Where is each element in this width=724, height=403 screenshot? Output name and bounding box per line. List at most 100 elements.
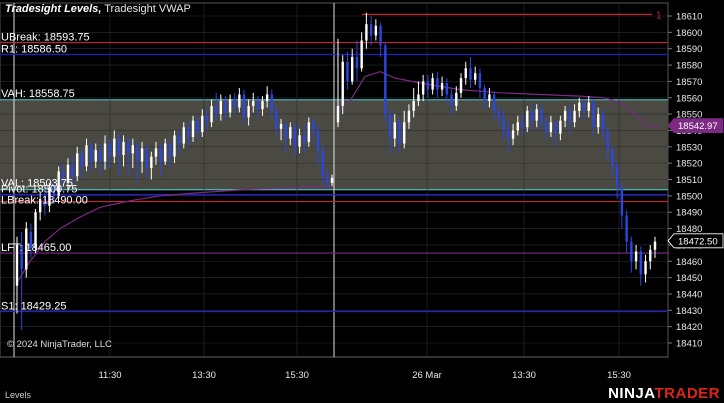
candle-day1-body bbox=[261, 101, 264, 110]
candle-day2-body bbox=[644, 261, 647, 275]
candle-day2-body bbox=[592, 102, 595, 128]
candle-day1-body bbox=[173, 135, 176, 157]
y-tick-label: 18520 bbox=[676, 159, 702, 170]
y-tick-label: 18450 bbox=[676, 273, 702, 284]
y-tick-label: 18610 bbox=[676, 12, 702, 23]
logo-text-b: TRADER bbox=[654, 385, 720, 402]
y-tick-label: 18430 bbox=[676, 306, 702, 317]
candle-day1-body bbox=[247, 105, 250, 118]
candle-day1-body bbox=[177, 135, 181, 144]
candle-day1-body bbox=[252, 101, 255, 106]
candle-day1-body bbox=[94, 150, 97, 162]
vah-label: VAH: 18558.75 bbox=[1, 88, 75, 100]
y-tick-label: 18480 bbox=[676, 224, 702, 235]
candle-day2-body bbox=[587, 102, 590, 111]
candle-day2-body bbox=[417, 94, 420, 102]
candle-day2-body bbox=[578, 102, 581, 111]
candle-day2-body bbox=[630, 241, 633, 262]
candle-day2-body bbox=[601, 114, 605, 131]
y-tick-label: 18490 bbox=[676, 208, 702, 219]
candle-day2-body bbox=[492, 94, 496, 111]
candle-day1-body bbox=[238, 94, 241, 108]
candle-day1-body bbox=[270, 94, 273, 111]
candle-day2-body bbox=[469, 68, 472, 80]
x-tick-label: 15:30 bbox=[607, 370, 631, 381]
candle-day1-body bbox=[298, 135, 301, 147]
level-label-ubreak: UBreak: 18593.75 bbox=[1, 32, 90, 44]
candle-day2-body bbox=[436, 78, 439, 90]
candle-day2-body bbox=[346, 61, 349, 82]
candle-day1-body bbox=[279, 123, 283, 129]
candle-day2-body bbox=[384, 45, 387, 115]
candle-day1-body bbox=[187, 127, 190, 137]
x-tick-label: 11:30 bbox=[98, 370, 121, 381]
candle-day2-body bbox=[582, 102, 586, 111]
candle-day2-body bbox=[521, 122, 524, 128]
y-tick-label: 18500 bbox=[676, 191, 702, 202]
candle-day2-body bbox=[360, 40, 363, 69]
y-tick-label: 18530 bbox=[676, 142, 702, 153]
candle-day1-body bbox=[71, 164, 74, 177]
indicator-vwap-name: Tradesight VWAP bbox=[104, 3, 191, 15]
x-tick-label: 13:30 bbox=[192, 370, 216, 381]
candle-day2-body bbox=[350, 56, 354, 82]
candle-day2-body bbox=[563, 110, 567, 121]
candle-day1-body bbox=[145, 148, 148, 169]
candle-day2-body bbox=[421, 81, 425, 95]
candle-day2-body bbox=[355, 56, 359, 69]
logo-text-a: NINJA bbox=[608, 385, 655, 402]
level-label-lft: LFT: 18465.00 bbox=[1, 242, 71, 254]
candle-day2-body bbox=[573, 110, 576, 123]
y-tick-label: 18440 bbox=[676, 289, 702, 300]
candle-day1-body bbox=[108, 143, 111, 157]
candle-day1-body bbox=[103, 143, 107, 162]
y-tick-label: 18600 bbox=[676, 28, 702, 39]
candle-day2-body bbox=[606, 130, 609, 151]
candle-day2-body bbox=[540, 109, 543, 123]
candle-day2-body bbox=[374, 25, 378, 36]
candle-day1-body bbox=[126, 141, 130, 154]
candle-day1-body bbox=[159, 148, 162, 162]
candle-day2-body bbox=[615, 166, 619, 188]
x-tick-label: 13:30 bbox=[512, 370, 536, 381]
x-tick-label: 15:30 bbox=[285, 370, 309, 381]
top-level-label: 1 bbox=[656, 10, 662, 21]
candle-day1-body bbox=[242, 94, 246, 118]
candle-day1-body bbox=[228, 99, 232, 113]
candle-day1-body bbox=[131, 145, 135, 154]
candle-day1-body bbox=[265, 94, 269, 102]
candle-day2-body bbox=[625, 215, 628, 242]
candle-day1-body bbox=[307, 122, 311, 142]
price-marker-label: 18542.97 bbox=[678, 121, 718, 132]
tab-levels[interactable]: Levels bbox=[5, 390, 31, 400]
candle-day2-body bbox=[388, 114, 392, 139]
candle-day1-body bbox=[321, 150, 324, 177]
candle-day2-body bbox=[450, 94, 453, 106]
candle-day2-body bbox=[639, 251, 643, 275]
candle-day1-body bbox=[289, 127, 292, 139]
candle-day1-body bbox=[205, 115, 209, 123]
candle-day2-body bbox=[649, 249, 652, 262]
candle-day2-body bbox=[426, 81, 430, 90]
candle-day1-body bbox=[80, 153, 84, 167]
y-tick-label: 18410 bbox=[676, 339, 702, 350]
candle-day2-body bbox=[431, 78, 434, 90]
price-marker-label: 18472.50 bbox=[678, 236, 718, 247]
candle-day2-body bbox=[478, 73, 482, 88]
candle-day1-body bbox=[140, 148, 144, 162]
candle-day2-body bbox=[393, 122, 396, 139]
candle-day1-body bbox=[182, 127, 185, 144]
candle-day2-body bbox=[336, 105, 340, 123]
candle-day1-body bbox=[76, 153, 79, 177]
y-tick-label: 18560 bbox=[676, 93, 702, 104]
candle-day2-body bbox=[365, 24, 368, 41]
candle-day2-body bbox=[407, 110, 411, 123]
candle-day2-body bbox=[559, 120, 562, 134]
candle-day1-body bbox=[150, 156, 153, 169]
y-tick-label: 18510 bbox=[676, 175, 702, 186]
candle-day2-body bbox=[620, 187, 624, 216]
level-label-lbreak: LBreak: 18490.00 bbox=[1, 195, 88, 207]
y-tick-label: 18570 bbox=[676, 77, 702, 88]
candle-day1-body bbox=[168, 143, 172, 157]
indicator-levels-name: Tradesight Levels, bbox=[5, 3, 102, 15]
